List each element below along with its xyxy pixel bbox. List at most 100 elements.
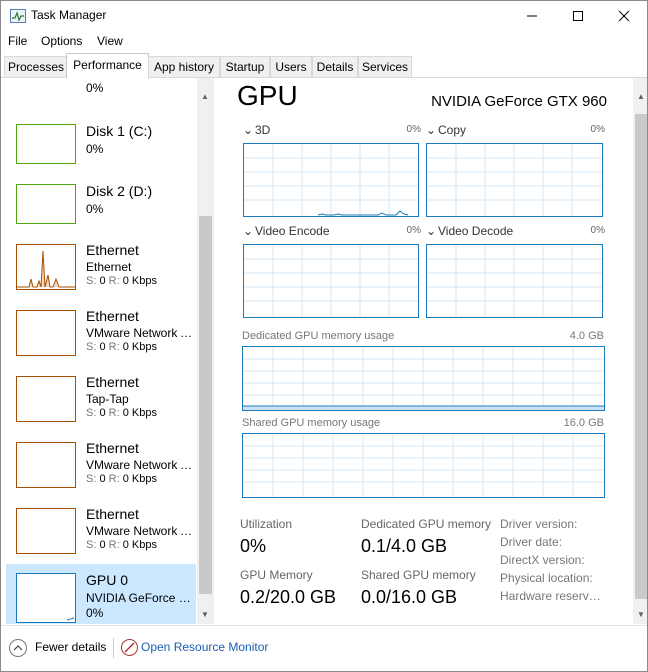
close-button[interactable]	[601, 1, 647, 31]
device-throughput: S: 0 R: 0 Kbps	[86, 539, 157, 551]
hardware-reserved-memory-label: Hardware reserved memory:	[500, 589, 602, 603]
device-graph-thumbnail	[16, 124, 76, 164]
task-manager-icon	[10, 9, 26, 23]
driver-date-label: Driver date:	[500, 535, 563, 549]
device-item-ethernet[interactable]: Ethernet Ethernet S: 0 R: 0 Kbps	[6, 240, 196, 304]
detail-title: GPU	[237, 80, 298, 111]
menu-file[interactable]: File	[8, 34, 27, 48]
menu-options[interactable]: Options	[41, 34, 82, 48]
device-throughput: S: 0 R: 0 Kbps	[86, 473, 157, 485]
device-value: 0%	[86, 142, 104, 156]
device-adapter: Tap-Tap	[86, 392, 129, 406]
open-resource-monitor-label: Open Resource Monitor	[141, 640, 269, 654]
engine-selector-copy[interactable]: ⌄ Copy	[426, 123, 466, 137]
tab-performance[interactable]: Performance	[66, 53, 149, 78]
gpu-memory-value: 0.2/20.0 GB	[240, 587, 337, 607]
tab-users[interactable]: Users	[270, 56, 312, 77]
device-adapter: VMware Network Adapter VMnet1	[86, 326, 194, 340]
device-item-partial[interactable]: 0%	[6, 78, 196, 102]
engine-selector-video-encode[interactable]: ⌄ Video Encode	[243, 224, 330, 238]
chevron-down-icon: ⌄	[243, 123, 254, 137]
device-adapter: VMware Network Adapter VMnet8	[86, 458, 194, 472]
utilization-value: 0%	[240, 536, 267, 556]
close-icon	[618, 10, 630, 22]
scroll-up-icon[interactable]: ▲	[201, 92, 209, 101]
dedicated-gpu-memory-label: Dedicated GPU memory	[361, 517, 492, 531]
device-name: Disk 1 (C:)	[86, 123, 153, 139]
engine-selector-3d[interactable]: ⌄ 3D	[243, 123, 270, 137]
device-name: Ethernet	[86, 440, 139, 456]
device-adapter: VMware Network Adapter	[86, 524, 194, 538]
device-throughput: S: 0 R: 0 Kbps	[86, 407, 157, 419]
physical-location-label: Physical location:	[500, 571, 593, 585]
device-graph-thumbnail	[16, 508, 76, 554]
tab-details[interactable]: Details	[312, 56, 358, 77]
device-name: Ethernet	[86, 308, 139, 324]
device-item-gpu0[interactable]: GPU 0 NVIDIA GeForce GTX 960 0%	[6, 564, 196, 624]
engine-copy-percent: 0%	[590, 124, 605, 135]
minimize-icon	[527, 15, 537, 17]
maximize-icon	[573, 11, 583, 21]
device-item-ethernet[interactable]: Ethernet VMware Network Adapter S: 0 R: …	[6, 504, 196, 568]
scrollbar-thumb[interactable]	[635, 114, 647, 599]
maximize-button[interactable]	[555, 1, 601, 31]
shared-gpu-memory-label: Shared GPU memory	[361, 568, 476, 582]
device-name: Ethernet	[86, 374, 139, 390]
gpu-detail-panel: GPU NVIDIA GeForce GTX 960 ⌄ 3D 0% ⌄ Copy …	[215, 78, 647, 624]
device-value: 0%	[86, 202, 104, 216]
gpu-memory-label: GPU Memory	[240, 568, 313, 582]
scrollbar-thumb[interactable]	[199, 216, 212, 594]
task-manager-window: Task Manager File Options View Processes…	[0, 0, 648, 672]
scroll-down-icon[interactable]: ▼	[201, 610, 209, 619]
dedicated-memory-graph	[242, 346, 605, 411]
scroll-up-icon[interactable]: ▲	[637, 92, 645, 101]
device-item-ethernet[interactable]: Ethernet Tap-Tap S: 0 R: 0 Kbps	[6, 372, 196, 436]
fewer-details-label: Fewer details	[35, 640, 107, 654]
device-name: Ethernet	[86, 242, 139, 258]
device-graph-thumbnail	[16, 442, 76, 488]
menu-view[interactable]: View	[97, 34, 123, 48]
detail-scrollbar[interactable]: ▲ ▼	[633, 78, 647, 624]
dedicated-gpu-memory-value: 0.1/4.0 GB	[361, 536, 448, 556]
minimize-button[interactable]	[509, 1, 555, 31]
device-throughput: S: 0 R: 0 Kbps	[86, 275, 157, 287]
dedicated-memory-max: 4.0 GB	[569, 330, 604, 342]
device-throughput: S: 0 R: 0 Kbps	[86, 341, 157, 353]
shared-memory-graph	[242, 433, 605, 498]
device-value: 0%	[86, 81, 104, 95]
engine-graph-video-decode	[426, 244, 603, 318]
device-value: 0%	[86, 606, 104, 620]
device-name: GPU 0	[86, 572, 129, 588]
scroll-down-icon[interactable]: ▼	[637, 610, 645, 619]
gpu-model-name: NVIDIA GeForce GTX 960	[431, 93, 607, 110]
driver-version-label: Driver version:	[500, 517, 578, 531]
device-list-scrollbar[interactable]: ▲ ▼	[197, 78, 214, 624]
engine-selector-video-decode[interactable]: ⌄ Video Decode	[426, 224, 513, 238]
engine-video-encode-percent: 0%	[406, 225, 421, 236]
device-item-ethernet[interactable]: Ethernet VMware Network Adapter VMnet8 S…	[6, 438, 196, 502]
tab-services[interactable]: Services	[358, 56, 412, 77]
footer-bar: Fewer details Open Resource Monitor	[1, 625, 647, 671]
device-adapter: Ethernet	[86, 260, 132, 274]
engine-3d-percent: 0%	[406, 124, 421, 135]
resource-monitor-icon	[121, 639, 138, 656]
chevron-up-icon	[9, 639, 27, 657]
device-item-disk2[interactable]: Disk 2 (D:) 0%	[6, 180, 196, 244]
device-item-ethernet[interactable]: Ethernet VMware Network Adapter VMnet1 S…	[6, 306, 196, 370]
tab-startup[interactable]: Startup	[220, 56, 270, 77]
shared-gpu-memory-value: 0.0/16.0 GB	[361, 587, 458, 607]
tab-app-history[interactable]: App history	[148, 56, 220, 77]
chevron-down-icon: ⌄	[243, 224, 254, 238]
tab-processes[interactable]: Processes	[4, 56, 68, 77]
device-graph-thumbnail	[16, 244, 76, 290]
device-list: 0% Disk 1 (C:) 0% Disk 2 (D:) 0% Etherne…	[1, 78, 214, 624]
utilization-label: Utilization	[240, 517, 293, 531]
device-item-disk1[interactable]: Disk 1 (C:) 0%	[6, 120, 196, 184]
device-adapter: NVIDIA GeForce GTX 960	[86, 591, 194, 605]
footer-divider	[113, 638, 114, 658]
engine-graph-copy	[426, 143, 603, 217]
title-bar: Task Manager	[1, 1, 647, 31]
device-graph-thumbnail	[16, 573, 76, 623]
shared-memory-max: 16.0 GB	[563, 417, 604, 429]
device-name: Disk 2 (D:)	[86, 183, 153, 199]
